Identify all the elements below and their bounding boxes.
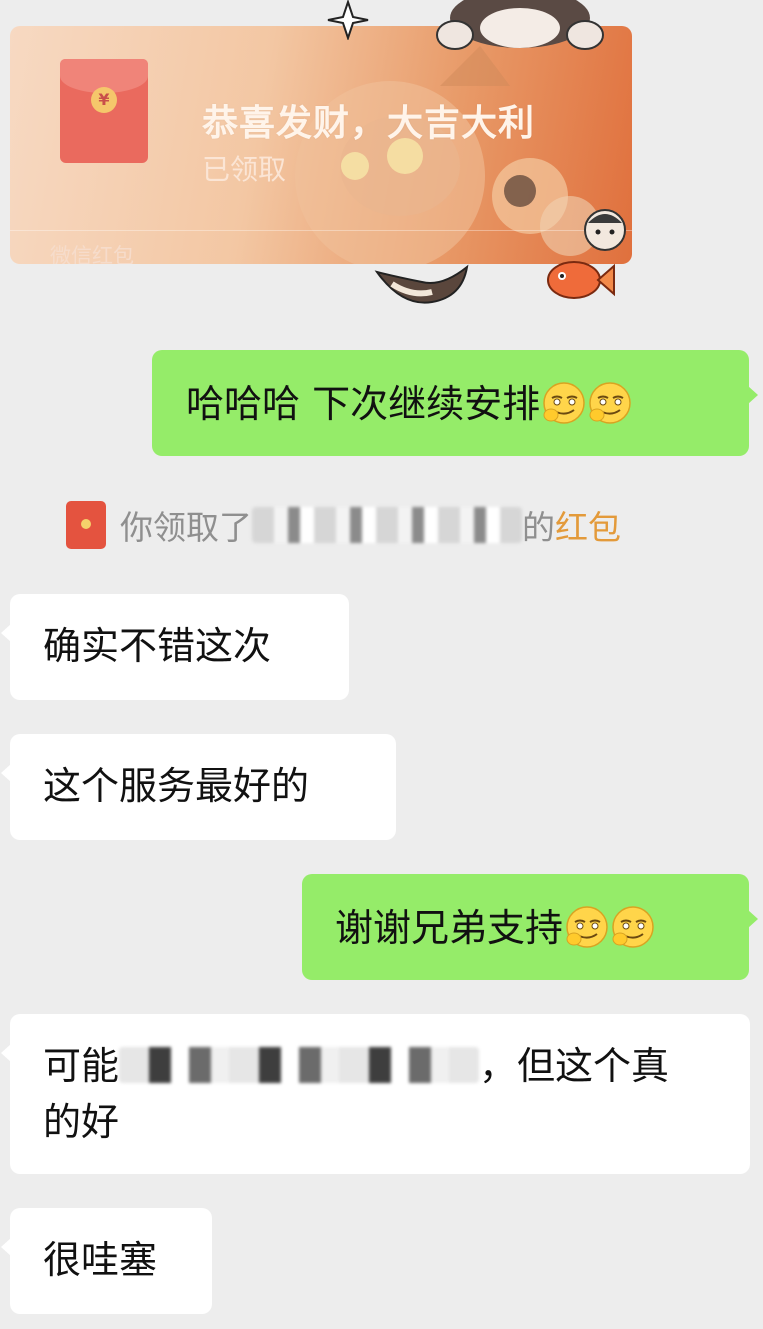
redacted-text [119, 1047, 480, 1083]
message-incoming[interactable]: 这个服务最好的 [1, 734, 396, 840]
message-text: 这个服务最好的 [43, 764, 310, 808]
message-incoming[interactable]: 确实不错这次 [1, 594, 349, 700]
red-packet-footer: 微信红包 [50, 244, 134, 264]
message-text: 哈哈哈 下次继续安排 [186, 382, 541, 426]
message-incoming[interactable]: 很哇塞 [1, 1208, 212, 1314]
message-outgoing[interactable]: 哈哈哈 下次继续安排 [152, 350, 758, 456]
smirk-emoji-icon [543, 382, 585, 424]
goldfish-sticker [547, 261, 615, 299]
red-packet-card[interactable]: ¥ 恭喜发财，大吉大利 已领取 微信红包 [10, 26, 632, 264]
red-packet-title: 恭喜发财，大吉大利 [202, 103, 536, 144]
cat-tail-sticker [374, 264, 469, 304]
message-outgoing[interactable]: 谢谢兄弟支持 [302, 874, 758, 980]
message-incoming[interactable]: 可能 ，但这个真 的好 [1, 1014, 750, 1174]
smirk-emoji-icon [566, 906, 608, 948]
system-notice: 你领取了 的红包 [66, 500, 621, 550]
red-packet-link[interactable]: 红包 [555, 501, 621, 549]
sparkle-icon [327, 0, 369, 40]
cat-peek-sticker [436, 0, 604, 50]
red-packet-icon [66, 501, 106, 549]
coin-seal-icon: ¥ [91, 87, 117, 113]
message-text: 很哇塞 [43, 1238, 158, 1282]
message-text: 可能 [43, 1044, 120, 1088]
message-text: 谢谢兄弟支持 [335, 906, 564, 950]
message-text: 确实不错这次 [43, 624, 272, 668]
redacted-name [252, 507, 522, 543]
red-envelope-icon: ¥ [60, 59, 148, 163]
smirk-emoji-icon [589, 382, 631, 424]
message-text: ，但这个真 [479, 1044, 670, 1088]
message-line: 可能 ，但这个真 [43, 1038, 750, 1094]
notice-suffix: 的 [522, 508, 555, 547]
smirk-emoji-icon [612, 906, 654, 948]
divider [10, 230, 632, 231]
red-packet-status: 已领取 [202, 153, 287, 186]
chat-area: ¥ 恭喜发财，大吉大利 已领取 微信红包 哈哈哈 下次继续安排 你领取了 的 红… [0, 0, 763, 1329]
notice-prefix: 你领取了 [120, 508, 252, 547]
message-text: 的好 [43, 1100, 120, 1144]
message-line: 的好 [43, 1094, 750, 1150]
